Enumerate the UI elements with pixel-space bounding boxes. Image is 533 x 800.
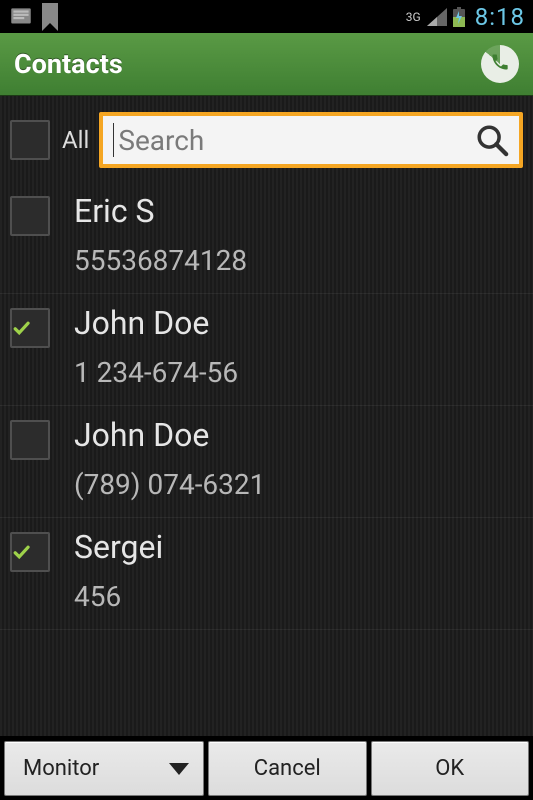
contact-checkbox[interactable] [10, 420, 50, 460]
contact-checkbox[interactable] [10, 308, 50, 348]
contact-row[interactable]: Eric S 55536874128 [0, 182, 533, 294]
contacts-list[interactable]: Eric S 55536874128 John Doe 1 234-674-56 [0, 182, 533, 736]
contact-row[interactable]: John Doe 1 234-674-56 [0, 294, 533, 406]
signal-icon [427, 8, 447, 26]
search-icon[interactable] [475, 123, 509, 157]
action-dropdown[interactable]: Monitor [4, 741, 204, 796]
status-left [8, 3, 60, 31]
contact-row[interactable]: Sergei 456 [0, 518, 533, 630]
status-right: 3G 8:18 [406, 3, 525, 31]
contact-number: 55536874128 [74, 244, 523, 277]
bookmark-icon [40, 3, 60, 31]
contact-number: (789) 074-6321 [74, 468, 523, 501]
contact-checkbox[interactable] [10, 196, 50, 236]
contact-row[interactable]: John Doe (789) 074-6321 [0, 406, 533, 518]
ok-button-label: OK [435, 756, 464, 781]
status-bar: 3G 8:18 [0, 0, 533, 33]
contact-number: 1 234-674-56 [74, 356, 523, 389]
app-notification-icon [8, 4, 34, 30]
contact-number: 456 [74, 580, 523, 613]
action-bar: Contacts [0, 33, 533, 96]
text-cursor [113, 123, 114, 157]
select-all-label: All [62, 126, 89, 154]
action-dropdown-label: Monitor [23, 756, 99, 781]
contact-name: John Doe [74, 416, 523, 454]
search-placeholder: Search [118, 124, 475, 157]
battery-charging-icon [453, 7, 465, 27]
phone-action-button[interactable] [481, 45, 519, 83]
contact-checkbox[interactable] [10, 532, 50, 572]
select-all-checkbox[interactable] [10, 120, 50, 160]
cancel-button[interactable]: Cancel [208, 741, 367, 796]
cancel-button-label: Cancel [254, 756, 321, 781]
phone-icon [490, 52, 510, 76]
contact-name: Sergei [74, 528, 523, 566]
chevron-down-icon [169, 763, 189, 775]
network-type-label: 3G [406, 10, 421, 24]
search-input[interactable]: Search [99, 112, 523, 168]
main-content: All Search Eric S 55536874128 [0, 96, 533, 736]
bottom-bar: Monitor Cancel OK [0, 736, 533, 800]
ok-button[interactable]: OK [371, 741, 530, 796]
page-title: Contacts [14, 48, 123, 80]
contact-name: Eric S [74, 192, 523, 230]
clock: 8:18 [475, 3, 525, 31]
search-row: All Search [0, 96, 533, 182]
contact-name: John Doe [74, 304, 523, 342]
